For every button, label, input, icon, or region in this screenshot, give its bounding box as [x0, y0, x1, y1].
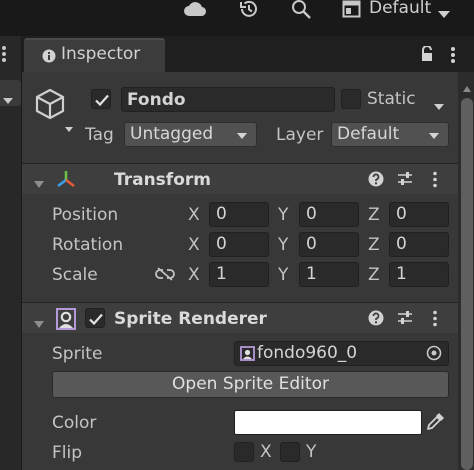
tag-dropdown-value: Untagged [130, 124, 214, 144]
lock-icon[interactable] [420, 45, 434, 66]
scale-x-field[interactable]: 1 [209, 262, 269, 287]
history-icon[interactable] [238, 0, 260, 19]
info-icon [42, 48, 56, 67]
scroll-up-arrow-icon[interactable] [462, 78, 472, 97]
help-icon[interactable] [368, 310, 384, 330]
tag-dropdown[interactable]: Untagged [124, 122, 257, 147]
color-swatch[interactable] [234, 410, 422, 435]
sprite-label: Sprite [52, 344, 103, 364]
flip-y-checkbox[interactable] [280, 442, 300, 462]
tag-label: Tag [85, 125, 114, 145]
flip-label: Flip [52, 443, 83, 463]
chevron-down-icon [237, 133, 247, 139]
scale-label: Scale [52, 265, 98, 285]
sprite-renderer-title: Sprite Renderer [114, 309, 267, 329]
rotation-y-field[interactable]: 0 [299, 232, 359, 257]
search-icon[interactable] [291, 0, 313, 19]
layer-label: Layer [276, 125, 324, 145]
chevron-down-icon[interactable] [437, 4, 451, 23]
flip-y-label: Y [306, 442, 317, 462]
layer-dropdown-value: Default [337, 124, 400, 144]
cloud-icon[interactable] [183, 1, 207, 21]
rotation-label: Rotation [52, 235, 124, 255]
axis-z-label: Z [368, 205, 380, 225]
transform-title: Transform [114, 170, 211, 190]
transform-header[interactable] [22, 164, 458, 194]
preset-sliders-icon[interactable] [397, 171, 413, 191]
axis-x-label: X [188, 205, 200, 225]
eyedropper-icon[interactable] [425, 412, 445, 436]
chevron-down-icon [429, 133, 439, 139]
scrollbar-thumb[interactable] [461, 98, 473, 470]
static-checkbox[interactable] [341, 89, 361, 109]
rotation-z-field[interactable]: 0 [389, 232, 449, 257]
axis-z-label: Z [368, 235, 380, 255]
position-y-field[interactable]: 0 [299, 202, 359, 227]
foldout-arrow-icon[interactable] [33, 174, 45, 193]
position-label: Position [52, 205, 119, 225]
kebab-menu-icon[interactable] [432, 310, 438, 331]
flip-x-label: X [260, 442, 272, 462]
foldout-arrow-icon[interactable] [33, 314, 45, 333]
flip-x-checkbox[interactable] [234, 442, 254, 462]
object-name-field[interactable]: Fondo [121, 87, 335, 112]
position-z-field[interactable]: 0 [389, 202, 449, 227]
scale-y-field[interactable]: 1 [299, 262, 359, 287]
kebab-menu-icon[interactable] [432, 171, 438, 192]
axis-y-label: Y [278, 205, 289, 225]
kebab-menu-icon[interactable] [450, 46, 456, 68]
axis-z-label: Z [368, 265, 380, 285]
help-icon[interactable] [368, 171, 384, 191]
sprite-field-value: fondo960_0 [257, 343, 358, 363]
transform-axes-icon [56, 169, 76, 193]
layout-icon[interactable] [342, 0, 362, 20]
layer-dropdown[interactable]: Default [331, 122, 449, 147]
rotation-x-field[interactable]: 0 [209, 232, 269, 257]
axis-y-label: Y [278, 265, 289, 285]
axis-x-label: X [188, 235, 200, 255]
preset-sliders-icon[interactable] [397, 310, 413, 330]
kebab-menu-icon[interactable] [1, 45, 7, 67]
axis-x-label: X [188, 265, 200, 285]
chevron-down-icon[interactable] [64, 118, 74, 137]
sprite-asset-icon [240, 346, 255, 365]
position-x-field[interactable]: 0 [209, 202, 269, 227]
sprite-renderer-icon [54, 307, 78, 335]
chevron-down-icon[interactable] [2, 90, 14, 109]
gameobject-cube-icon[interactable] [34, 88, 66, 124]
sprite-renderer-enabled-checkbox[interactable] [85, 308, 105, 328]
open-sprite-editor-button[interactable]: Open Sprite Editor [52, 371, 449, 398]
scale-z-field[interactable]: 1 [389, 262, 449, 287]
active-checkbox[interactable] [91, 89, 111, 109]
tab-inspector-label: Inspector [61, 44, 141, 64]
color-label: Color [52, 413, 97, 433]
axis-y-label: Y [278, 235, 289, 255]
object-picker-icon[interactable] [426, 345, 442, 365]
link-broken-icon[interactable] [155, 266, 175, 285]
layout-dropdown-label[interactable]: Default [369, 0, 431, 18]
chevron-down-icon[interactable] [433, 96, 445, 115]
static-label: Static [367, 89, 416, 109]
